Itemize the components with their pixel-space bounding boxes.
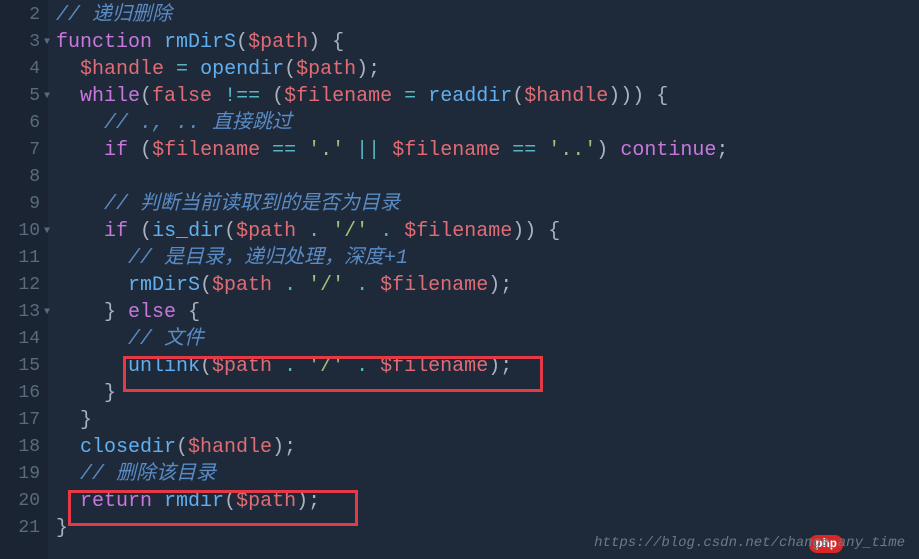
code-area[interactable]: // 递归删除 function rmDirS($path) { $handle… xyxy=(48,0,919,559)
line-number: 3 xyxy=(0,29,48,56)
code-line: // 是目录，递归处理，深度+1 xyxy=(56,245,919,272)
code-line: // 删除该目录 xyxy=(56,461,919,488)
code-line: if ($filename == '.' || $filename == '..… xyxy=(56,137,919,164)
line-number: 9 xyxy=(0,191,48,218)
line-number: 2 xyxy=(0,2,48,29)
code-line: while(false !== ($filename = readdir($ha… xyxy=(56,83,919,110)
code-line: $handle = opendir($path); xyxy=(56,56,919,83)
code-line: if (is_dir($path . '/' . $filename)) { xyxy=(56,218,919,245)
line-number: 11 xyxy=(0,245,48,272)
code-line xyxy=(56,164,919,191)
watermark-text: https://blog.csdn.net/change_any_time xyxy=(594,535,905,551)
line-number: 14 xyxy=(0,326,48,353)
code-line: // 递归删除 xyxy=(56,2,919,29)
code-line: return rmdir($path); xyxy=(56,488,919,515)
line-number: 12 xyxy=(0,272,48,299)
line-number: 4 xyxy=(0,56,48,83)
line-number: 5 xyxy=(0,83,48,110)
line-number: 6 xyxy=(0,110,48,137)
code-line: function rmDirS($path) { xyxy=(56,29,919,56)
code-line: // ., .. 直接跳过 xyxy=(56,110,919,137)
code-line: unlink($path . '/' . $filename); xyxy=(56,353,919,380)
line-number: 15 xyxy=(0,353,48,380)
line-number: 21 xyxy=(0,515,48,542)
line-number: 10 xyxy=(0,218,48,245)
line-number: 8 xyxy=(0,164,48,191)
code-line: // 文件 xyxy=(56,326,919,353)
line-number: 20 xyxy=(0,488,48,515)
code-editor: 2 3 4 5 6 7 8 9 10 11 12 13 14 15 16 17 … xyxy=(0,0,919,559)
line-number: 18 xyxy=(0,434,48,461)
line-number: 19 xyxy=(0,461,48,488)
gutter: 2 3 4 5 6 7 8 9 10 11 12 13 14 15 16 17 … xyxy=(0,0,48,559)
code-line: // 判断当前读取到的是否为目录 xyxy=(56,191,919,218)
code-line: closedir($handle); xyxy=(56,434,919,461)
line-number: 7 xyxy=(0,137,48,164)
line-number: 13 xyxy=(0,299,48,326)
line-number: 17 xyxy=(0,407,48,434)
line-number: 16 xyxy=(0,380,48,407)
code-line: } else { xyxy=(56,299,919,326)
code-line: } xyxy=(56,407,919,434)
code-line: rmDirS($path . '/' . $filename); xyxy=(56,272,919,299)
code-line: } xyxy=(56,380,919,407)
